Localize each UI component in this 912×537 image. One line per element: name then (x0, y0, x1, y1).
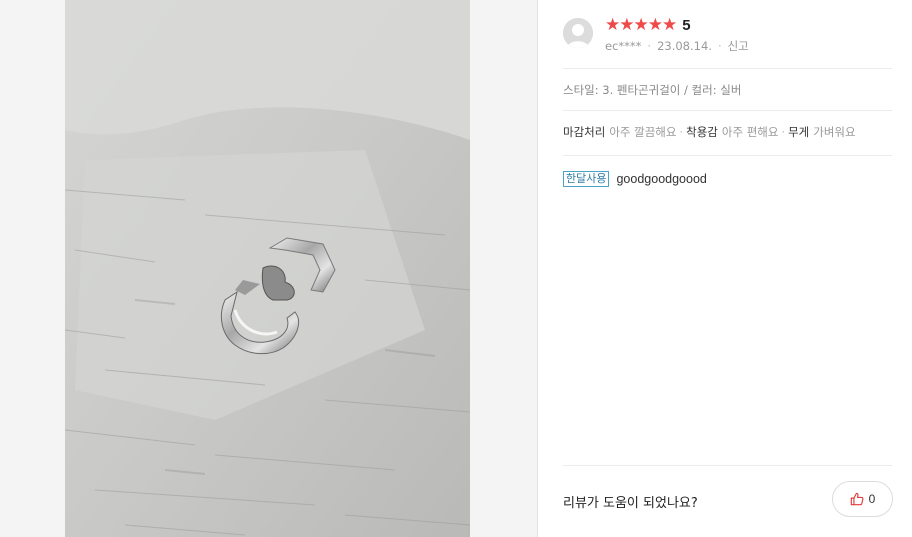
review-detail-panel: ★ ★ ★ ★ ★ 5 ec**** · 23.08.14. · 신고 스타일:… (538, 0, 912, 537)
review-date: 23.08.14. (657, 39, 712, 53)
attribute-value: 아주 깔끔해요 (609, 125, 677, 139)
reviewer-id: ec**** (605, 39, 642, 53)
purchased-option: 스타일: 3. 펜타곤귀걸이 / 컬러: 실버 (563, 83, 742, 97)
review-meta: ec**** · 23.08.14. · 신고 (605, 38, 749, 54)
report-link[interactable]: 신고 (728, 38, 749, 54)
divider (563, 155, 892, 156)
meta-separator: · (717, 39, 722, 53)
star-icon: ★ (619, 15, 634, 35)
attribute-ratings: 마감처리 아주 깔끔해요 · 착용감 아주 편해요 · 무게 가벼워요 (563, 124, 856, 140)
default-user-avatar-icon (563, 18, 593, 48)
attribute-key: 무게 (788, 125, 810, 139)
star-icon: ★ (662, 15, 677, 35)
attribute-key: 착용감 (686, 125, 718, 139)
review-photo-pane (0, 0, 538, 537)
attribute-separator: · (781, 125, 786, 139)
divider (563, 465, 892, 466)
attribute-separator: · (679, 125, 684, 139)
star-rating: ★ ★ ★ ★ ★ 5 (605, 16, 691, 34)
review-header: ★ ★ ★ ★ ★ 5 ec**** · 23.08.14. · 신고 (563, 16, 893, 60)
review-photo[interactable] (65, 0, 470, 537)
like-count: 0 (868, 492, 876, 506)
star-icon: ★ (605, 15, 620, 35)
helpful-like-button[interactable]: 0 (832, 481, 893, 517)
star-icon: ★ (633, 15, 649, 35)
usage-period-badge: 한달사용 (563, 171, 610, 187)
helpful-question: 리뷰가 도움이 되었나요? (563, 496, 698, 511)
divider (563, 68, 892, 69)
review-text: goodgoodgoood (616, 172, 707, 186)
attribute-key: 마감처리 (563, 125, 606, 139)
thumbs-up-icon (850, 492, 864, 506)
rating-score: 5 (682, 16, 691, 34)
review-body: 한달사용 goodgoodgoood (563, 171, 707, 187)
attribute-value: 아주 편해요 (721, 125, 779, 139)
attribute-value: 가벼워요 (813, 125, 856, 139)
divider (563, 110, 892, 111)
meta-separator: · (647, 39, 652, 53)
star-icon: ★ (647, 15, 663, 35)
